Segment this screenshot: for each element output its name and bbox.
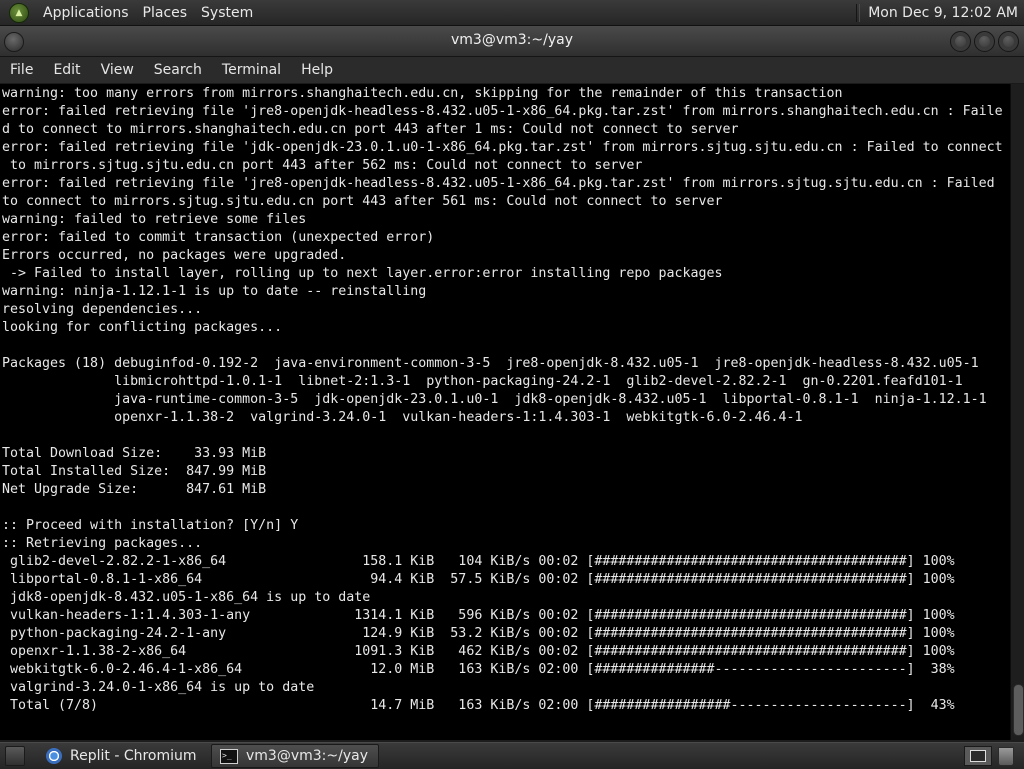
window-titlebar[interactable]: vm3@vm3:~/yay bbox=[0, 26, 1024, 57]
terminal-line: webkitgtk-6.0-2.46.4-1-x86_64 12.0 MiB 1… bbox=[2, 662, 955, 677]
taskbar-label: vm3@vm3:~/yay bbox=[246, 748, 368, 764]
clock[interactable]: Mon Dec 9, 12:02 AM bbox=[868, 5, 1024, 21]
terminal-line: d to connect to mirrors.shanghaitech.edu… bbox=[2, 122, 739, 137]
terminal-line: looking for conflicting packages... bbox=[2, 320, 283, 335]
menu-terminal[interactable]: Terminal bbox=[212, 62, 291, 78]
workspace-switcher-icon[interactable] bbox=[964, 746, 992, 766]
terminal-line: :: Proceed with installation? [Y/n] Y bbox=[2, 518, 299, 533]
terminal-line: error: failed retrieving file 'jdk-openj… bbox=[2, 140, 1003, 155]
menu-edit[interactable]: Edit bbox=[43, 62, 90, 78]
terminal-line: warning: too many errors from mirrors.sh… bbox=[2, 86, 843, 101]
bottom-panel: Replit - Chromium >_ vm3@vm3:~/yay bbox=[0, 742, 1024, 769]
terminal-line: jdk8-openjdk-8.432.u05-1-x86_64 is up to… bbox=[2, 590, 371, 605]
menu-applications[interactable]: Applications bbox=[36, 5, 136, 21]
terminal-line: Net Upgrade Size: 847.61 MiB bbox=[2, 482, 267, 497]
applications-logo-icon[interactable]: ▲ bbox=[9, 2, 29, 23]
menu-file[interactable]: File bbox=[0, 62, 43, 78]
taskbar-item-chromium[interactable]: Replit - Chromium bbox=[37, 744, 205, 768]
terminal-line: java-runtime-common-3-5 jdk-openjdk-23.0… bbox=[2, 392, 987, 407]
terminal-line: vulkan-headers-1:1.4.303-1-any 1314.1 Ki… bbox=[2, 608, 955, 623]
menu-search[interactable]: Search bbox=[144, 62, 212, 78]
terminal-line: Errors occurred, no packages were upgrad… bbox=[2, 248, 347, 263]
terminal-line: Packages (18) debuginfod-0.192-2 java-en… bbox=[2, 356, 979, 371]
minimize-icon[interactable] bbox=[950, 31, 971, 52]
terminal-line: :: Retrieving packages... bbox=[2, 536, 203, 551]
terminal-line: resolving dependencies... bbox=[2, 302, 203, 317]
terminal-menubar: File Edit View Search Terminal Help bbox=[0, 57, 1024, 84]
terminal-line: libportal-0.8.1-1-x86_64 94.4 KiB 57.5 K… bbox=[2, 572, 955, 587]
maximize-icon[interactable] bbox=[974, 31, 995, 52]
taskbar-item-terminal[interactable]: >_ vm3@vm3:~/yay bbox=[211, 744, 379, 768]
terminal-line: Total Installed Size: 847.99 MiB bbox=[2, 464, 267, 479]
terminal-line: openxr-1.1.38-2 valgrind-3.24.0-1 vulkan… bbox=[2, 410, 803, 425]
terminal-line: to mirrors.sjtug.sjtu.edu.cn port 443 af… bbox=[2, 158, 643, 173]
terminal-scrollbar[interactable] bbox=[1010, 84, 1024, 740]
terminal-line: error: failed retrieving file 'jre8-open… bbox=[2, 176, 995, 191]
terminal-line: -> Failed to install layer, rolling up t… bbox=[2, 266, 723, 281]
terminal-line: error: failed to commit transaction (une… bbox=[2, 230, 435, 245]
terminal-text: warning: too many errors from mirrors.sh… bbox=[0, 84, 1010, 715]
terminal-line: libmicrohttpd-1.0.1-1 libnet-2:1.3-1 pyt… bbox=[2, 374, 963, 389]
taskbar-label: Replit - Chromium bbox=[70, 748, 197, 764]
menu-system[interactable]: System bbox=[194, 5, 260, 21]
terminal-line: warning: ninja-1.12.1-1 is up to date --… bbox=[2, 284, 427, 299]
terminal-line: glib2-devel-2.82.2-1-x86_64 158.1 KiB 10… bbox=[2, 554, 955, 569]
close-icon[interactable] bbox=[998, 31, 1019, 52]
terminal-line: Total (7/8) 14.7 MiB 163 KiB/s 02:00 [##… bbox=[2, 698, 955, 713]
terminal-line: to connect to mirrors.sjtug.sjtu.edu.cn … bbox=[2, 194, 723, 209]
window-title: vm3@vm3:~/yay bbox=[451, 32, 573, 48]
terminal-line: openxr-1.1.38-2-x86_64 1091.3 KiB 462 Ki… bbox=[2, 644, 955, 659]
scrollbar-thumb[interactable] bbox=[1013, 684, 1024, 736]
chromium-icon bbox=[46, 748, 62, 764]
terminal-line: warning: failed to retrieve some files bbox=[2, 212, 307, 227]
terminal-line: error: failed retrieving file 'jre8-open… bbox=[2, 104, 1003, 119]
terminal-output[interactable]: warning: too many errors from mirrors.sh… bbox=[0, 84, 1010, 740]
menu-help[interactable]: Help bbox=[291, 62, 343, 78]
terminal-line: valgrind-3.24.0-1-x86_64 is up to date bbox=[2, 680, 315, 695]
panel-separator bbox=[856, 3, 861, 22]
top-panel: ▲ Applications Places System Mon Dec 9, … bbox=[0, 0, 1024, 26]
terminal-line: Total Download Size: 33.93 MiB bbox=[2, 446, 267, 461]
menu-view[interactable]: View bbox=[91, 62, 144, 78]
terminal-icon: >_ bbox=[220, 748, 238, 764]
menu-places[interactable]: Places bbox=[136, 5, 195, 21]
trash-icon[interactable] bbox=[998, 746, 1014, 766]
terminal-line: python-packaging-24.2-1-any 124.9 KiB 53… bbox=[2, 626, 955, 641]
show-desktop-icon[interactable] bbox=[5, 746, 25, 766]
